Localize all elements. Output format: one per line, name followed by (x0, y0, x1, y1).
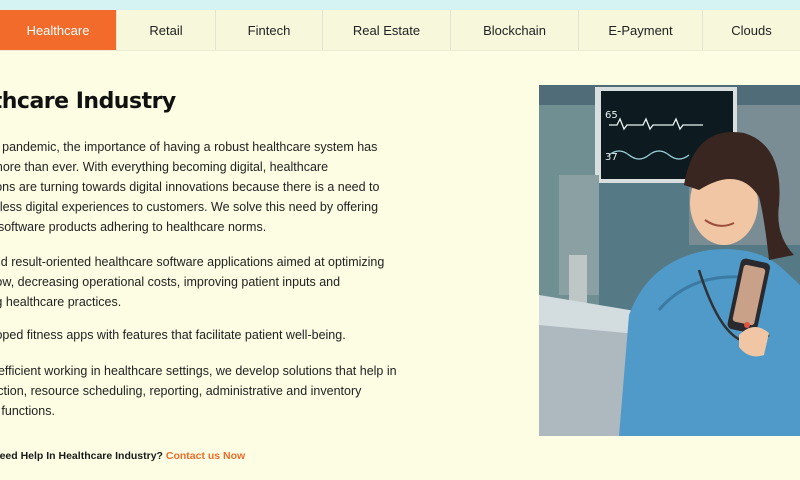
paragraph-line: offer seamless digital experiences to cu… (0, 200, 379, 214)
paragraph-applications: We build and result-oriented healthcare … (0, 252, 440, 312)
tab-healthcare[interactable]: Healthcare (0, 10, 117, 50)
section-title: Healthcare Industry (0, 86, 520, 118)
industry-tabs: Healthcare Retail Fintech Real Estate Bl… (0, 10, 800, 51)
top-strip (0, 0, 800, 10)
section-title-text: Healthcare Industry (0, 89, 176, 114)
paragraph-line: streamlining healthcare practices. (0, 295, 122, 309)
tab-fintech[interactable]: Fintech (216, 10, 323, 50)
monitor-readout-top: 65 (605, 110, 618, 121)
paragraph-line: patient interaction, resource scheduling… (0, 384, 362, 398)
cta-line: Need Help In Healthcare Industry? Contac… (0, 447, 440, 465)
cta-question: Need Help In Healthcare Industry? (0, 450, 163, 462)
paragraph-line: been felt more than ever. With everythin… (0, 160, 329, 174)
photo-illustration: 65 37 (539, 85, 800, 436)
tab-blockchain[interactable]: Blockchain (451, 10, 579, 50)
paragraph-intro: Due to the pandemic, the importance of h… (0, 137, 440, 237)
healthcare-photo: 65 37 (539, 85, 800, 436)
paragraph-line: their workflow, decreasing operational c… (0, 275, 341, 289)
tab-retail[interactable]: Retail (117, 10, 216, 50)
monitor-readout-bottom: 37 (605, 152, 618, 163)
paragraph-efficiency: For enabling efficient working in health… (0, 361, 440, 421)
paragraph-line: management functions. (0, 404, 55, 418)
tab-e-payment[interactable]: E-Payment (579, 10, 703, 50)
tab-real-estate[interactable]: Real Estate (323, 10, 451, 50)
contact-us-link[interactable]: Contact us Now (166, 450, 245, 462)
paragraph-fitness: We've developed fitness apps with featur… (0, 325, 440, 345)
tab-clouds[interactable]: Clouds (703, 10, 800, 50)
paragraph-line: organizations are turning towards digita… (0, 180, 380, 194)
paragraph-line: Due to the pandemic, the importance of h… (0, 140, 378, 154)
paragraph-line: For enabling efficient working in health… (0, 364, 397, 378)
paragraph-line: We've developed fitness apps with featur… (0, 328, 346, 342)
paragraph-line: We build and result-oriented healthcare … (0, 255, 385, 269)
paragraph-line: compliant software products adhering to … (0, 220, 267, 234)
